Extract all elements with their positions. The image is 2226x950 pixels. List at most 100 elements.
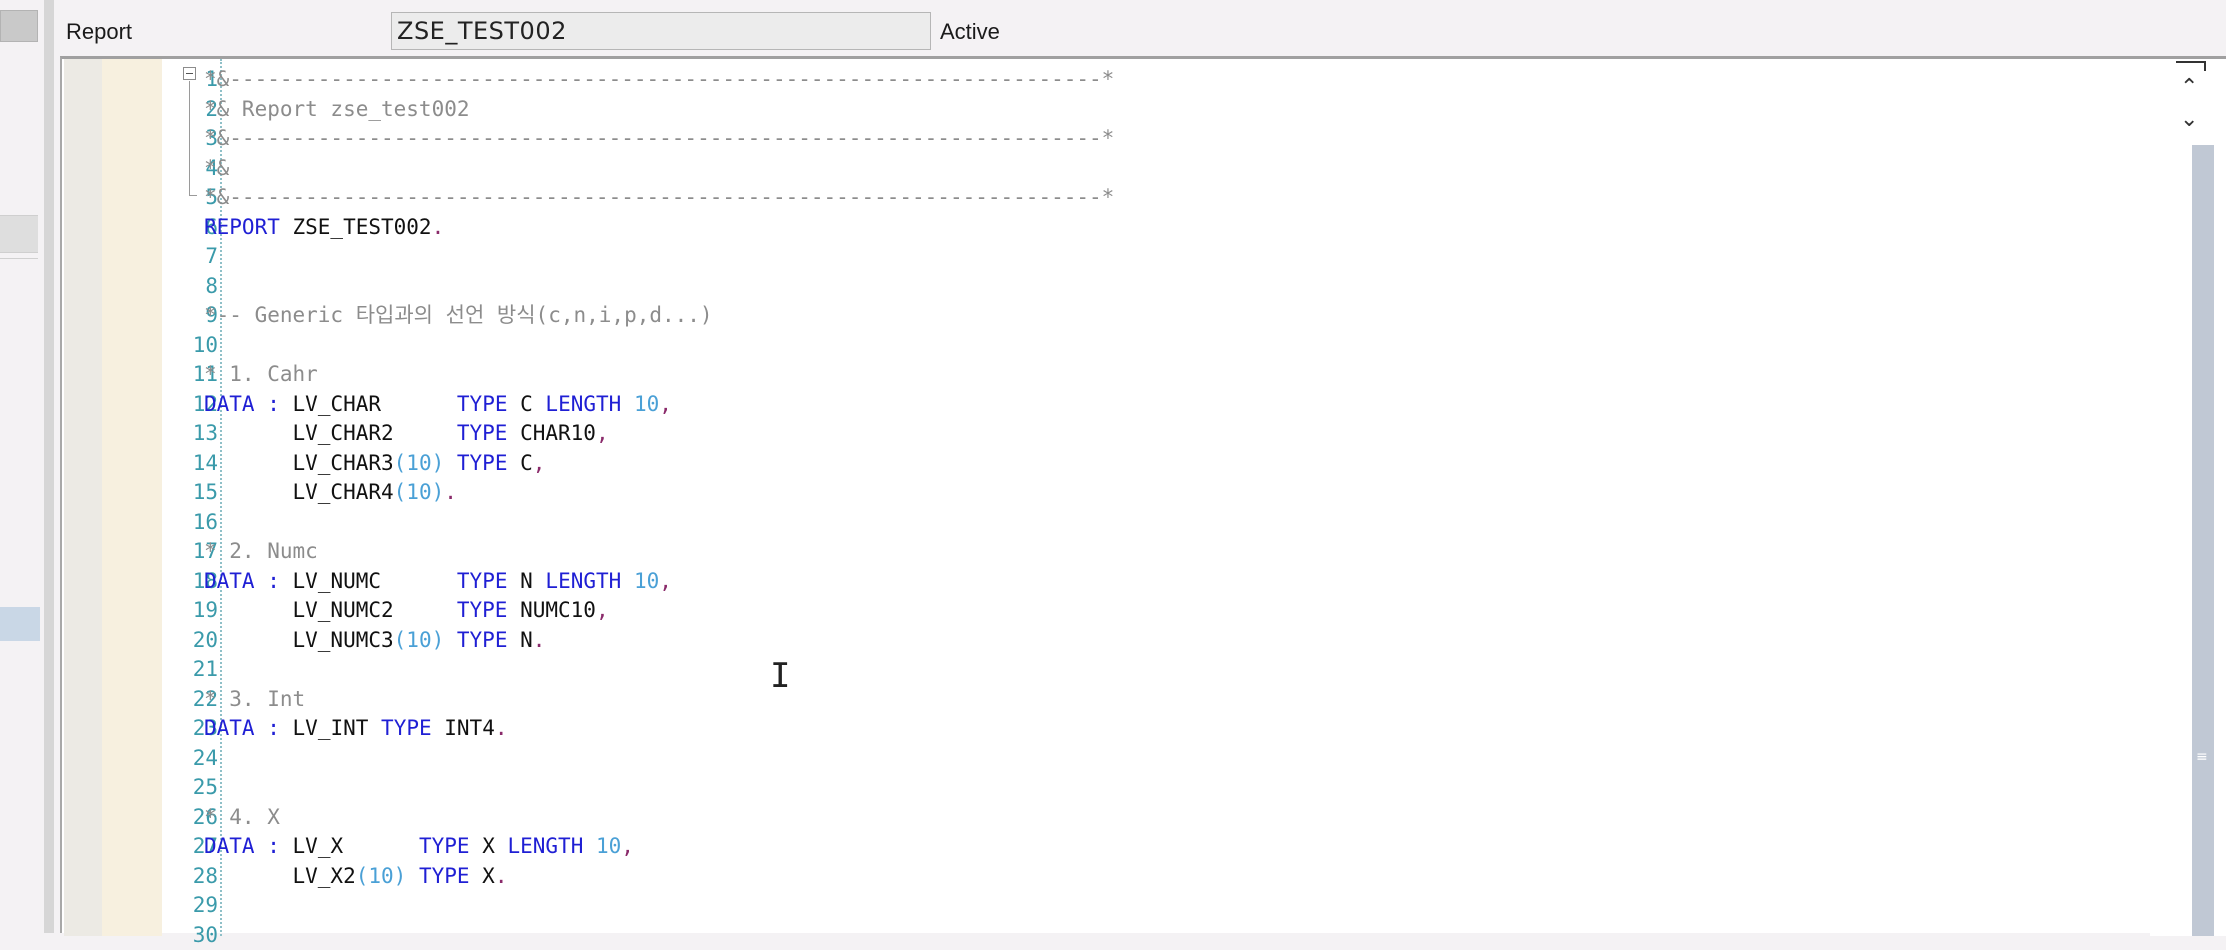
code-line[interactable]: LV_NUMC3(10) TYPE N. [204, 626, 1114, 656]
code-token: *&--------------------------------------… [204, 67, 1114, 91]
code-token: *& [204, 156, 229, 180]
nav-item-selected[interactable] [0, 607, 40, 641]
nav-item[interactable] [0, 215, 38, 253]
code-token: , [596, 598, 609, 622]
code-token: REPORT [204, 215, 280, 239]
code-token: . [533, 628, 546, 652]
code-line[interactable]: * 3. Int [204, 685, 1114, 715]
code-line[interactable]: *&--------------------------------------… [204, 183, 1114, 213]
program-header: Report ZSE_TEST002 Active [54, 0, 2226, 56]
code-token: INT4 [432, 716, 495, 740]
code-token: NUMC10 [507, 598, 596, 622]
code-area[interactable]: *&--------------------------------------… [204, 65, 1114, 950]
abap-code-editor[interactable]: 1234567891011121314151617181920212223242… [60, 56, 2226, 933]
code-token: TYPE [457, 569, 508, 593]
code-line[interactable]: LV_CHAR2 TYPE CHAR10, [204, 419, 1114, 449]
code-token: *& Report zse_test002 [204, 97, 470, 121]
code-line[interactable]: DATA : LV_NUMC TYPE N LENGTH 10, [204, 567, 1114, 597]
status-label: Active [940, 19, 1000, 45]
code-line[interactable]: *&--------------------------------------… [204, 65, 1114, 95]
code-token: * 1. Cahr [204, 362, 318, 386]
code-token: LV_CHAR [280, 392, 457, 416]
scrollbar-thumb[interactable] [2192, 145, 2214, 936]
splitter-bar[interactable] [44, 0, 54, 933]
code-token [621, 569, 634, 593]
code-token: TYPE [457, 628, 508, 652]
code-line[interactable] [204, 773, 1114, 803]
code-token: LENGTH [545, 392, 621, 416]
code-line[interactable] [204, 921, 1114, 950]
code-line[interactable]: *-- Generic 타입과의 선언 방식(c,n,i,p,d...) [204, 301, 1114, 331]
breakpoint-gutter[interactable] [64, 59, 103, 936]
code-token: TYPE [457, 392, 508, 416]
collapse-minus-icon[interactable] [183, 67, 196, 80]
nav-divider [0, 258, 38, 259]
code-token: LV_NUMC2 [204, 598, 457, 622]
code-token: 10 [634, 392, 659, 416]
code-token: * 3. Int [204, 687, 305, 711]
code-token: C [507, 392, 545, 416]
code-line[interactable] [204, 891, 1114, 921]
code-line[interactable] [204, 744, 1114, 774]
code-token: LV_X2 [204, 864, 356, 888]
code-line[interactable]: * 2. Numc [204, 537, 1114, 567]
code-token: C [507, 451, 532, 475]
code-token: . [432, 215, 445, 239]
change-marker-column [102, 59, 162, 936]
code-line[interactable]: DATA : LV_CHAR TYPE C LENGTH 10, [204, 390, 1114, 420]
code-token [255, 569, 268, 593]
code-line[interactable] [204, 331, 1114, 361]
code-token: *-- Generic 타입과의 선언 방식(c,n,i,p,d...) [204, 303, 713, 327]
code-token: TYPE [457, 451, 508, 475]
code-token: TYPE [457, 421, 508, 445]
code-token: TYPE [457, 598, 508, 622]
code-line[interactable]: DATA : LV_X TYPE X LENGTH 10, [204, 832, 1114, 862]
left-navigation-strip [0, 0, 44, 933]
code-line[interactable]: LV_CHAR3(10) TYPE C, [204, 449, 1114, 479]
code-line[interactable] [204, 272, 1114, 302]
code-token [444, 451, 457, 475]
code-token: LV_NUMC3 [204, 628, 394, 652]
code-line[interactable]: * 4. X [204, 803, 1114, 833]
code-line[interactable]: LV_CHAR4(10). [204, 478, 1114, 508]
code-token: LENGTH [545, 569, 621, 593]
code-token: TYPE [381, 716, 432, 740]
code-token: *&--------------------------------------… [204, 126, 1114, 150]
nav-button[interactable] [0, 10, 38, 42]
program-name-value: ZSE_TEST002 [397, 17, 567, 45]
code-line[interactable]: LV_X2(10) TYPE X. [204, 862, 1114, 892]
code-line[interactable] [204, 655, 1114, 685]
fold-guide-end [189, 195, 197, 196]
code-line[interactable] [204, 242, 1114, 272]
code-token: DATA [204, 716, 255, 740]
code-token [255, 392, 268, 416]
code-token: DATA [204, 392, 255, 416]
code-token: , [596, 421, 609, 445]
code-token: N [507, 628, 532, 652]
code-token: X [470, 834, 508, 858]
code-token: : [267, 392, 280, 416]
code-line[interactable]: DATA : LV_INT TYPE INT4. [204, 714, 1114, 744]
code-line[interactable]: *& Report zse_test002 [204, 95, 1114, 125]
code-token: DATA [204, 569, 255, 593]
code-line[interactable]: * 1. Cahr [204, 360, 1114, 390]
code-token: . [444, 480, 457, 504]
code-token: LV_CHAR2 [204, 421, 457, 445]
scrollbar-grip-icon: ≡ [2196, 749, 2208, 765]
code-line[interactable] [204, 508, 1114, 538]
code-token: LV_INT [280, 716, 381, 740]
code-token: LENGTH [507, 834, 583, 858]
chevron-up-icon[interactable]: ⌃ [2180, 75, 2198, 100]
code-line[interactable]: *&--------------------------------------… [204, 124, 1114, 154]
code-token: * 4. X [204, 805, 280, 829]
code-token: 10 [634, 569, 659, 593]
chevron-down-icon[interactable]: ⌄ [2180, 107, 2198, 132]
code-line[interactable]: *& [204, 154, 1114, 184]
code-token [255, 716, 268, 740]
vertical-scrollbar[interactable]: ⌃ ⌄ ≡ [2150, 59, 2226, 936]
code-token: LV_X [280, 834, 419, 858]
code-line[interactable]: REPORT ZSE_TEST002. [204, 213, 1114, 243]
code-token: DATA [204, 834, 255, 858]
code-line[interactable]: LV_NUMC2 TYPE NUMC10, [204, 596, 1114, 626]
program-name-field[interactable]: ZSE_TEST002 [391, 12, 931, 50]
